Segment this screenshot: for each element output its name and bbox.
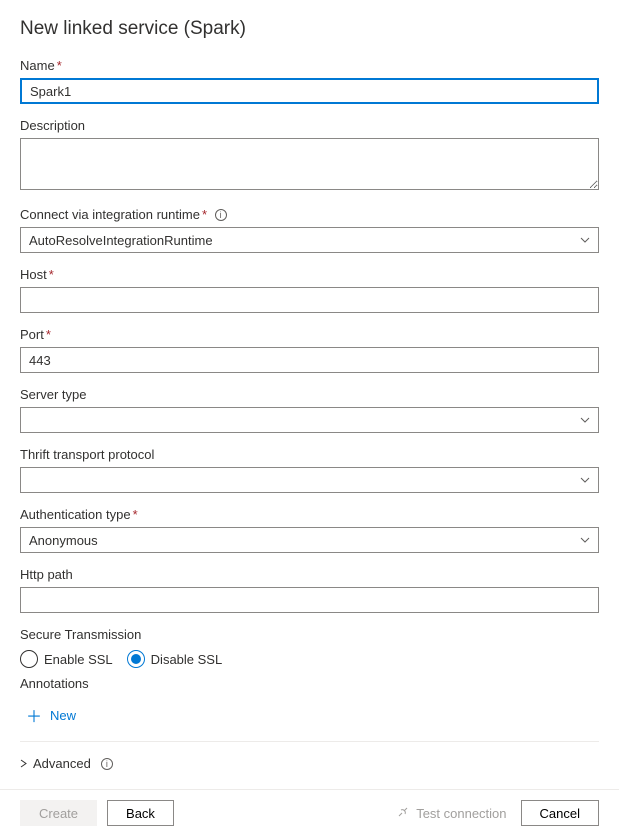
port-input[interactable]	[20, 347, 599, 373]
auth-select[interactable]: Anonymous	[20, 527, 599, 553]
host-input[interactable]	[20, 287, 599, 313]
advanced-label: Advanced	[33, 756, 91, 771]
back-button[interactable]: Back	[107, 800, 174, 826]
description-textarea[interactable]	[20, 138, 599, 190]
description-label: Description	[20, 118, 599, 133]
required-asterisk: *	[57, 58, 62, 73]
required-asterisk: *	[133, 507, 138, 522]
secure-transmission-label: Secure Transmission	[20, 627, 599, 642]
thrift-label: Thrift transport protocol	[20, 447, 599, 462]
radio-circle-icon	[127, 650, 145, 668]
radio-circle-icon	[20, 650, 38, 668]
required-asterisk: *	[202, 207, 207, 222]
test-connection-label: Test connection	[416, 806, 506, 821]
server-type-label: Server type	[20, 387, 599, 402]
annotations-label: Annotations	[20, 676, 599, 691]
server-type-select[interactable]	[20, 407, 599, 433]
port-label: Port*	[20, 327, 599, 342]
chevron-down-icon	[580, 475, 590, 485]
test-connection-button: Test connection	[396, 805, 506, 822]
http-path-label: Http path	[20, 567, 599, 582]
divider	[20, 741, 599, 742]
name-input[interactable]	[20, 78, 599, 104]
runtime-label: Connect via integration runtime* i	[20, 207, 599, 222]
runtime-select[interactable]: AutoResolveIntegrationRuntime	[20, 227, 599, 253]
create-button: Create	[20, 800, 97, 826]
name-label: Name*	[20, 58, 599, 73]
footer: Create Back Test connection Cancel	[0, 789, 619, 836]
thrift-select[interactable]	[20, 467, 599, 493]
auth-value: Anonymous	[29, 533, 98, 548]
disable-ssl-label: Disable SSL	[151, 652, 223, 667]
advanced-toggle[interactable]: Advanced i	[20, 754, 113, 773]
disable-ssl-radio[interactable]: Disable SSL	[127, 650, 223, 668]
chevron-down-icon	[580, 415, 590, 425]
connection-icon	[396, 805, 410, 822]
http-path-input[interactable]	[20, 587, 599, 613]
enable-ssl-radio[interactable]: Enable SSL	[20, 650, 113, 668]
radio-dot-icon	[131, 654, 141, 664]
new-annotation-button[interactable]: ＋ New	[20, 699, 76, 737]
plus-icon: ＋	[26, 703, 42, 727]
page-title: New linked service (Spark)	[20, 18, 599, 40]
chevron-right-icon	[20, 756, 27, 771]
new-annotation-label: New	[50, 708, 76, 723]
auth-label: Authentication type*	[20, 507, 599, 522]
required-asterisk: *	[46, 327, 51, 342]
info-icon[interactable]: i	[215, 209, 227, 221]
required-asterisk: *	[49, 267, 54, 282]
cancel-button[interactable]: Cancel	[521, 800, 599, 826]
info-icon[interactable]: i	[101, 758, 113, 770]
chevron-down-icon	[580, 235, 590, 245]
runtime-value: AutoResolveIntegrationRuntime	[29, 233, 213, 248]
chevron-down-icon	[580, 535, 590, 545]
enable-ssl-label: Enable SSL	[44, 652, 113, 667]
host-label: Host*	[20, 267, 599, 282]
